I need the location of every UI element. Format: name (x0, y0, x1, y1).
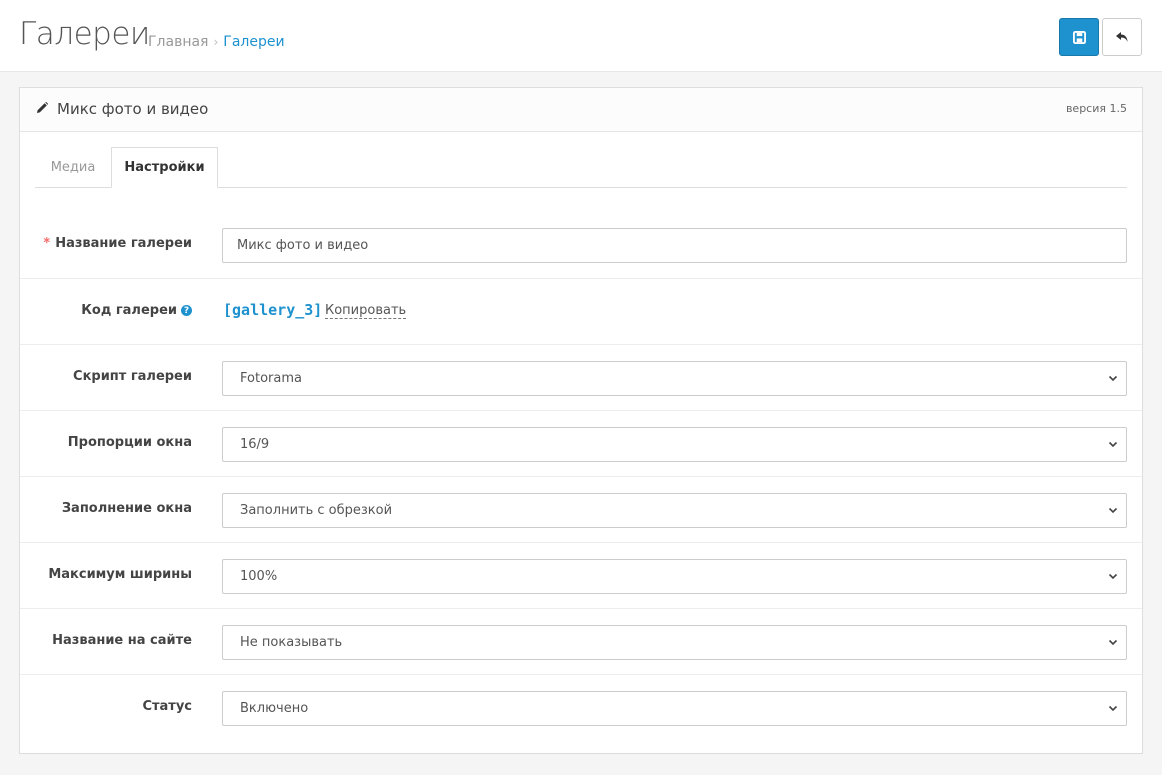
form-row-code: Код галереи ? [gallery_3] Копировать (20, 278, 1142, 344)
pencil-icon (37, 101, 49, 113)
copy-link[interactable]: Копировать (325, 304, 407, 319)
panel-title: Микс фото и видео (57, 100, 209, 118)
breadcrumb-separator: › (213, 35, 219, 49)
form-row-site-title: Название на сайте Не показывать (20, 608, 1142, 674)
form-row-fill: Заполнение окна Заполнить с обрезкой (20, 476, 1142, 542)
name-label: * Название галереи (43, 236, 192, 251)
breadcrumb: Главная › Галереи (148, 34, 285, 50)
form-row-max-width: Максимум ширины 100% (20, 542, 1142, 608)
floppy-icon (1072, 30, 1086, 44)
max-width-label: Максимум ширины (48, 567, 192, 582)
gallery-code: [gallery_3] (223, 301, 323, 319)
chevron-down-icon (1108, 639, 1118, 646)
save-button[interactable] (1059, 18, 1099, 56)
code-label-text: Код галереи (81, 303, 177, 318)
script-select[interactable]: Fotorama (222, 361, 1127, 396)
name-label-text: Название галереи (55, 236, 192, 251)
page-title: Галереи (19, 16, 150, 52)
max-width-select-value: 100% (240, 569, 278, 584)
gallery-panel: Микс фото и видео версия 1.5 Медиа Настр… (19, 87, 1143, 754)
ratio-select[interactable]: 16/9 (222, 427, 1127, 462)
chevron-down-icon (1108, 705, 1118, 712)
status-select[interactable]: Включено (222, 691, 1127, 726)
fill-label: Заполнение окна (61, 501, 192, 516)
fill-select-value: Заполнить с обрезкой (240, 503, 393, 518)
breadcrumb-current[interactable]: Галереи (223, 34, 284, 50)
fill-select[interactable]: Заполнить с обрезкой (222, 493, 1127, 528)
chevron-down-icon (1108, 573, 1118, 580)
tab-media[interactable]: Медиа (35, 147, 111, 187)
gallery-name-input[interactable]: Микс фото и видео (222, 228, 1127, 263)
form-row-ratio: Пропорции окна 16/9 (20, 410, 1142, 476)
form-row-name: * Название галереи Микс фото и видео (20, 212, 1142, 278)
code-label: Код галереи ? (81, 303, 192, 318)
site-title-select-value: Не показывать (240, 635, 343, 650)
tab-settings[interactable]: Настройки (111, 147, 218, 188)
version-label: версия 1.5 (1065, 102, 1127, 115)
page-header: Галереи Главная › Галереи (0, 0, 1162, 72)
chevron-down-icon (1108, 375, 1118, 382)
panel-heading: Микс фото и видео версия 1.5 (20, 88, 1142, 132)
ratio-select-value: 16/9 (240, 437, 270, 452)
status-label: Статус (142, 699, 192, 714)
reply-icon (1116, 32, 1128, 42)
form-row-status: Статус Включено (20, 674, 1142, 740)
status-select-value: Включено (240, 701, 309, 716)
site-title-select[interactable]: Не показывать (222, 625, 1127, 660)
chevron-down-icon (1108, 441, 1118, 448)
required-mark: * (43, 236, 51, 251)
max-width-select[interactable]: 100% (222, 559, 1127, 594)
script-label: Скрипт галереи (73, 369, 192, 384)
site-title-label: Название на сайте (52, 633, 192, 648)
ratio-label: Пропорции окна (67, 435, 192, 450)
tabs: Медиа Настройки (35, 147, 1127, 188)
help-icon[interactable]: ? (181, 305, 192, 316)
chevron-down-icon (1108, 507, 1118, 514)
breadcrumb-home[interactable]: Главная (148, 34, 208, 50)
script-select-value: Fotorama (240, 371, 302, 386)
back-button[interactable] (1102, 18, 1142, 56)
form-row-script: Скрипт галереи Fotorama (20, 344, 1142, 410)
